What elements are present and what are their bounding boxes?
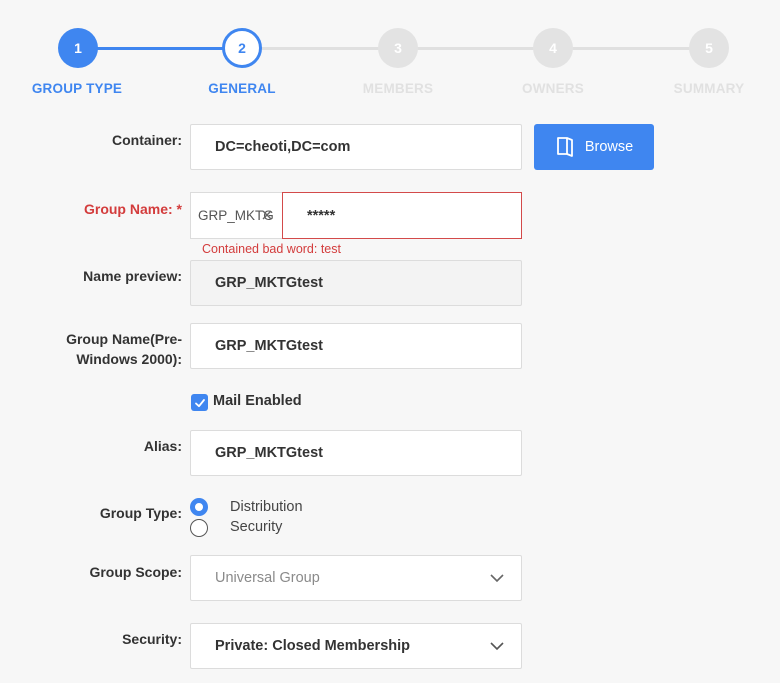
radio-distribution-label[interactable]: Distribution	[230, 499, 303, 515]
group-type-label: Group Type:	[99, 505, 182, 521]
alias-field[interactable]: GRP_MKTGtest	[190, 430, 522, 476]
mail-enabled-checkbox[interactable]	[191, 394, 208, 411]
name-preview-value: GRP_MKTGtest	[215, 275, 323, 291]
step-1-label: GROUP TYPE	[31, 81, 123, 96]
pre-windows-value: GRP_MKTGtest	[215, 338, 323, 354]
group-name-error: Contained bad word: test	[202, 242, 341, 256]
step-2-circle[interactable]: 2	[222, 28, 262, 68]
folder-open-icon	[556, 137, 573, 157]
group-scope-label: Group Scope:	[89, 564, 182, 580]
container-field[interactable]: DC=cheoti,DC=com	[190, 124, 522, 170]
step-2-label: GENERAL	[208, 81, 276, 96]
step-connector-rest	[242, 47, 708, 50]
chevron-down-icon	[490, 642, 504, 651]
security-label: Security:	[122, 631, 182, 647]
group-scope-value: Universal Group	[215, 570, 320, 586]
step-4-label: OWNERS	[522, 81, 584, 96]
step-3-circle[interactable]: 3	[378, 28, 418, 68]
group-name-label: Group Name: *	[83, 201, 182, 217]
alias-value: GRP_MKTGtest	[215, 445, 323, 461]
browse-button[interactable]: Browse	[534, 124, 654, 170]
name-preview-field: GRP_MKTGtest	[190, 260, 522, 306]
radio-security[interactable]	[190, 519, 208, 537]
group-name-value: *****	[307, 207, 336, 224]
radio-distribution[interactable]	[190, 498, 208, 516]
checkmark-icon	[194, 398, 205, 407]
group-scope-select[interactable]: Universal Group	[190, 555, 522, 601]
pre-windows-label-line1: Group Name(Pre-	[66, 331, 182, 347]
step-5-circle[interactable]: 5	[689, 28, 729, 68]
pre-windows-label: Group Name(Pre- Windows 2000):	[66, 329, 182, 369]
step-5-label: SUMMARY	[673, 81, 745, 96]
alias-label: Alias:	[143, 438, 182, 454]
step-4-circle[interactable]: 4	[533, 28, 573, 68]
security-value: Private: Closed Membership	[215, 638, 410, 654]
pre-windows-label-line2: Windows 2000):	[76, 351, 182, 367]
radio-security-label[interactable]: Security	[230, 519, 282, 535]
step-1-circle[interactable]: 1	[58, 28, 98, 68]
group-name-input[interactable]: *****	[282, 192, 522, 239]
name-preview-label: Name preview:	[83, 268, 182, 284]
mail-enabled-label[interactable]: Mail Enabled	[213, 393, 302, 409]
step-3-label: MEMBERS	[362, 81, 434, 96]
clear-icon[interactable]	[260, 208, 274, 222]
security-select[interactable]: Private: Closed Membership	[190, 623, 522, 669]
pre-windows-field[interactable]: GRP_MKTGtest	[190, 323, 522, 369]
browse-label: Browse	[584, 139, 634, 155]
step-connector-1	[78, 47, 242, 50]
chevron-down-icon	[490, 574, 504, 583]
group-name-prefix[interactable]: GRP_MKTG	[190, 192, 282, 239]
container-value: DC=cheoti,DC=com	[215, 139, 351, 155]
wizard-stepper: 1 2 3 4 5 GROUP TYPE GENERAL MEMBERS OWN…	[0, 0, 780, 110]
container-label: Container:	[112, 132, 182, 148]
